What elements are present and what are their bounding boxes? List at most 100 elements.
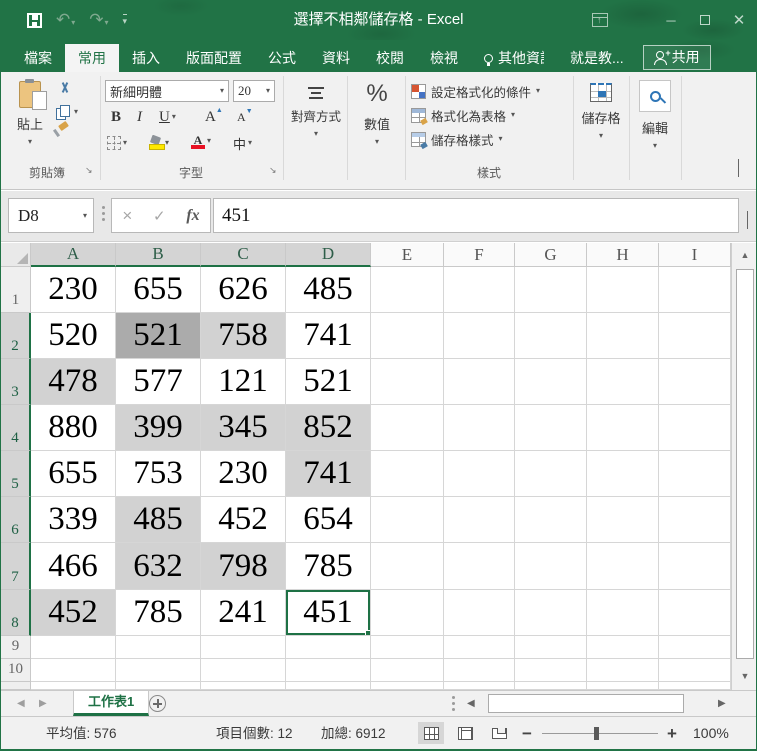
cell-B5[interactable]: 753 bbox=[116, 451, 201, 497]
phonetic-guide-button[interactable]: 中▾ bbox=[233, 132, 252, 154]
borders-button[interactable]: ▾ bbox=[107, 132, 127, 154]
cell-I2[interactable] bbox=[659, 313, 731, 359]
cell-D7[interactable]: 785 bbox=[286, 543, 371, 590]
cell-E9[interactable] bbox=[371, 636, 444, 659]
select-all-corner[interactable] bbox=[1, 243, 31, 267]
tab-scrollbar-splitter[interactable] bbox=[452, 696, 455, 699]
row-header-7[interactable]: 7 bbox=[1, 543, 31, 590]
tab-插入[interactable]: 插入 bbox=[119, 44, 173, 72]
cell-B11[interactable] bbox=[116, 682, 201, 690]
cell-E11[interactable] bbox=[371, 682, 444, 690]
cell-C11[interactable] bbox=[201, 682, 286, 690]
column-header-D[interactable]: D bbox=[286, 243, 371, 267]
cell-H6[interactable] bbox=[587, 497, 659, 543]
font-name-select[interactable]: 新細明體▾ bbox=[105, 80, 229, 102]
alignment-button[interactable]: 對齊方式 ▾ bbox=[288, 78, 344, 162]
cell-D9[interactable] bbox=[286, 636, 371, 659]
cell-F3[interactable] bbox=[444, 359, 515, 405]
tab-公式[interactable]: 公式 bbox=[255, 44, 309, 72]
cell-E8[interactable] bbox=[371, 590, 444, 636]
cell-F5[interactable] bbox=[444, 451, 515, 497]
font-color-button[interactable]: A▾ bbox=[191, 130, 211, 152]
underline-button[interactable]: U▾ bbox=[159, 106, 176, 128]
cell-F7[interactable] bbox=[444, 543, 515, 590]
cells-button[interactable]: 儲存格 ▾ bbox=[577, 78, 625, 162]
cell-I11[interactable] bbox=[659, 682, 731, 690]
number-button[interactable]: % 數值 ▾ bbox=[353, 78, 401, 162]
insert-function-icon[interactable]: fx bbox=[186, 207, 199, 225]
format-as-table-button[interactable]: 格式化為表格▾ bbox=[411, 104, 515, 126]
cell-G9[interactable] bbox=[515, 636, 587, 659]
cell-E7[interactable] bbox=[371, 543, 444, 590]
cell-G1[interactable] bbox=[515, 267, 587, 313]
row-header-6[interactable]: 6 bbox=[1, 497, 31, 543]
cell-C10[interactable] bbox=[201, 659, 286, 682]
cell-G2[interactable] bbox=[515, 313, 587, 359]
cell-C1[interactable]: 626 bbox=[201, 267, 286, 313]
cell-F6[interactable] bbox=[444, 497, 515, 543]
copy-button[interactable]: ▾ bbox=[56, 105, 78, 119]
cell-I4[interactable] bbox=[659, 405, 731, 451]
zoom-in-button[interactable]: + bbox=[667, 717, 677, 750]
cell-A1[interactable]: 230 bbox=[31, 267, 116, 313]
decrease-font-button[interactable]: A▼ bbox=[237, 106, 246, 128]
cell-E4[interactable] bbox=[371, 405, 444, 451]
cell-I8[interactable] bbox=[659, 590, 731, 636]
column-header-A[interactable]: A bbox=[31, 243, 116, 267]
row-header-3[interactable]: 3 bbox=[1, 359, 31, 405]
horizontal-scrollbar-thumb[interactable] bbox=[488, 694, 684, 713]
paste-caret-icon[interactable]: ▾ bbox=[28, 138, 32, 146]
cell-H5[interactable] bbox=[587, 451, 659, 497]
bold-button[interactable]: B bbox=[111, 106, 121, 128]
row-header-8[interactable]: 8 bbox=[1, 590, 31, 636]
tab-常用[interactable]: 常用 bbox=[65, 44, 119, 72]
tab-校閱[interactable]: 校閱 bbox=[363, 44, 417, 72]
cell-G11[interactable] bbox=[515, 682, 587, 690]
cancel-icon[interactable]: × bbox=[122, 206, 132, 226]
row-header-5[interactable]: 5 bbox=[1, 451, 31, 497]
row-header-4[interactable]: 4 bbox=[1, 405, 31, 451]
cell-C6[interactable]: 452 bbox=[201, 497, 286, 543]
minimize-button[interactable]: ─ bbox=[654, 13, 688, 28]
column-header-F[interactable]: F bbox=[444, 243, 515, 267]
cell-F4[interactable] bbox=[444, 405, 515, 451]
conditional-formatting-button[interactable]: 設定格式化的條件▾ bbox=[411, 80, 540, 102]
cell-E5[interactable] bbox=[371, 451, 444, 497]
ribbon-display-options-icon[interactable] bbox=[592, 13, 608, 27]
cell-C2[interactable]: 758 bbox=[201, 313, 286, 359]
increase-font-button[interactable]: A▲ bbox=[205, 106, 216, 128]
column-header-C[interactable]: C bbox=[201, 243, 286, 267]
cell-A11[interactable] bbox=[31, 682, 116, 690]
cell-D10[interactable] bbox=[286, 659, 371, 682]
cell-B1[interactable]: 655 bbox=[116, 267, 201, 313]
cell-A7[interactable]: 466 bbox=[31, 543, 116, 590]
clipboard-dialog-launcher-icon[interactable]: ↘ bbox=[85, 165, 93, 176]
cell-B7[interactable]: 632 bbox=[116, 543, 201, 590]
cell-D1[interactable]: 485 bbox=[286, 267, 371, 313]
cell-F8[interactable] bbox=[444, 590, 515, 636]
cell-H2[interactable] bbox=[587, 313, 659, 359]
cell-B4[interactable]: 399 bbox=[116, 405, 201, 451]
formula-bar-splitter[interactable] bbox=[102, 206, 105, 209]
formula-input[interactable]: 451 bbox=[213, 198, 739, 233]
cell-A2[interactable]: 520 bbox=[31, 313, 116, 359]
zoom-out-button[interactable]: − bbox=[522, 717, 532, 750]
cell-C4[interactable]: 345 bbox=[201, 405, 286, 451]
cell-I3[interactable] bbox=[659, 359, 731, 405]
cell-B8[interactable]: 785 bbox=[116, 590, 201, 636]
cell-A8[interactable]: 452 bbox=[31, 590, 116, 636]
font-size-select[interactable]: 20▾ bbox=[233, 80, 275, 102]
cell-B9[interactable] bbox=[116, 636, 201, 659]
tab-檢視[interactable]: 檢視 bbox=[417, 44, 471, 72]
zoom-level[interactable]: 100% bbox=[693, 717, 729, 750]
cell-H9[interactable] bbox=[587, 636, 659, 659]
row-header-9[interactable]: 9 bbox=[1, 636, 31, 659]
cell-D6[interactable]: 654 bbox=[286, 497, 371, 543]
cell-E1[interactable] bbox=[371, 267, 444, 313]
name-box-caret-icon[interactable]: ▾ bbox=[83, 212, 87, 220]
vertical-scrollbar-thumb[interactable] bbox=[736, 269, 754, 659]
cell-A4[interactable]: 880 bbox=[31, 405, 116, 451]
normal-view-button[interactable] bbox=[418, 722, 444, 744]
expand-formula-bar-button[interactable] bbox=[747, 212, 748, 230]
cell-C5[interactable]: 230 bbox=[201, 451, 286, 497]
